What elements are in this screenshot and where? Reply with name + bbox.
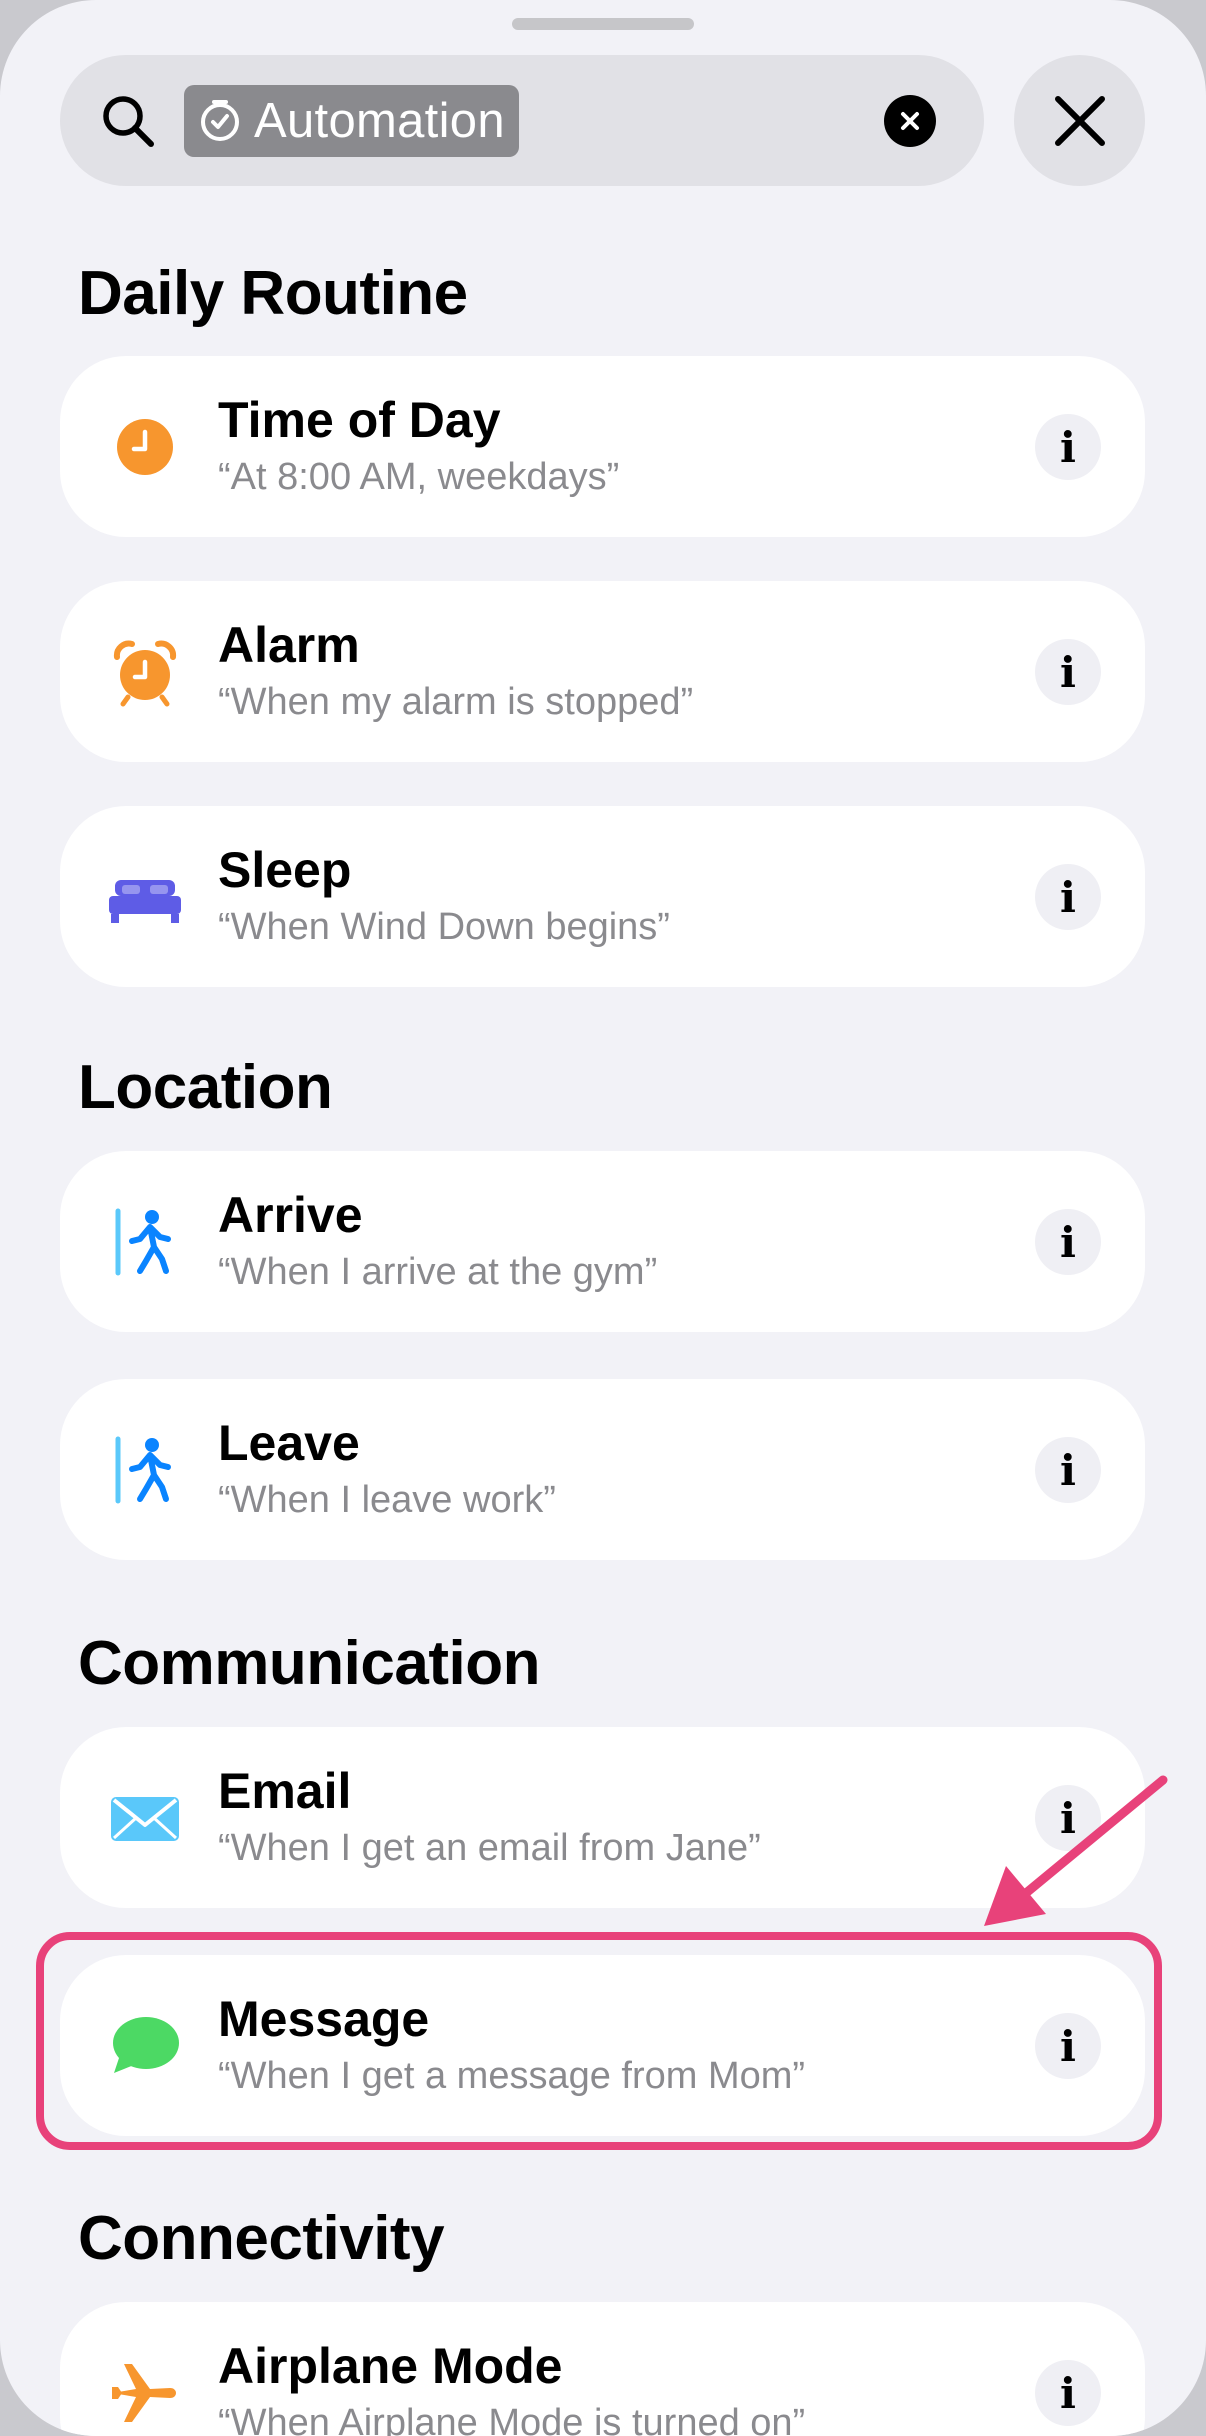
trigger-title: Arrive [218,1187,363,1243]
clock-icon [117,419,173,475]
info-button[interactable]: i [1035,864,1101,930]
search-icon [103,96,154,147]
info-button[interactable]: i [1035,1209,1101,1275]
airplane-icon [112,2364,176,2422]
info-button[interactable]: i [1035,639,1101,705]
section-title-location: Location [78,1053,333,1122]
info-button[interactable]: i [1035,414,1101,480]
section-title-communication: Communication [78,1629,540,1698]
trigger-subtitle: “When I arrive at the gym” [218,1251,658,1293]
section-title-connectivity: Connectivity [78,2204,445,2273]
trigger-subtitle: “When Wind Down begins” [218,906,670,948]
search-token-label: Automation [254,94,505,148]
pointer-arrow-icon [984,1775,1168,1926]
walk-leave-icon [115,1436,171,1504]
close-button[interactable] [1014,55,1145,186]
trigger-title: Time of Day [218,392,501,448]
automation-clock-icon [201,100,239,141]
trigger-subtitle: “When I get an email from Jane” [218,1827,761,1869]
trigger-subtitle: “When my alarm is stopped” [218,681,694,723]
bed-icon [109,880,181,923]
trigger-sleep[interactable]: Sleep “When Wind Down begins” i [60,806,1145,987]
trigger-leave[interactable]: Leave “When I leave work” i [60,1379,1145,1560]
trigger-arrive[interactable]: Arrive “When I arrive at the gym” i [60,1151,1145,1332]
trigger-title: Leave [218,1415,360,1471]
envelope-icon [111,1797,179,1841]
trigger-title: Alarm [218,617,360,673]
trigger-subtitle: “When I leave work” [218,1479,556,1521]
message-highlight-box [36,1932,1162,2150]
trigger-time-of-day[interactable]: Time of Day “At 8:00 AM, weekdays” i [60,356,1145,537]
alarm-clock-icon [113,640,177,707]
trigger-title: Airplane Mode [218,2338,563,2394]
info-button[interactable]: i [1035,1437,1101,1503]
search-token-automation[interactable]: Automation [184,85,519,157]
section-title-daily-routine: Daily Routine [78,259,468,328]
trigger-title: Email [218,1763,352,1819]
trigger-title: Sleep [218,842,352,898]
trigger-subtitle: “When Airplane Mode is turned on” [218,2402,806,2436]
walk-arrive-icon [115,1208,171,1276]
close-icon [1054,95,1105,146]
clear-search-button[interactable] [884,95,936,147]
trigger-alarm[interactable]: Alarm “When my alarm is stopped” i [60,581,1145,762]
info-button[interactable]: i [1035,2360,1101,2426]
sheet-grabber[interactable] [512,18,694,30]
trigger-airplane-mode[interactable]: Airplane Mode “When Airplane Mode is tur… [60,2302,1145,2436]
search-field[interactable]: Automation [60,55,984,186]
clear-x-icon [901,112,919,130]
trigger-subtitle: “At 8:00 AM, weekdays” [218,456,620,498]
